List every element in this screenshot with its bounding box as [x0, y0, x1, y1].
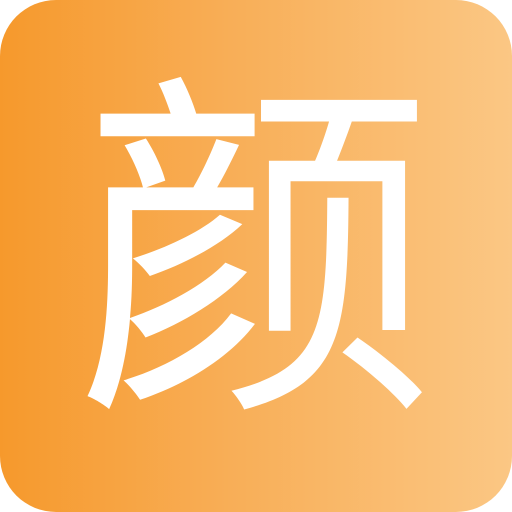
app-icon[interactable]: 颜	[0, 0, 512, 512]
app-icon-glyph: 颜	[76, 46, 436, 465]
